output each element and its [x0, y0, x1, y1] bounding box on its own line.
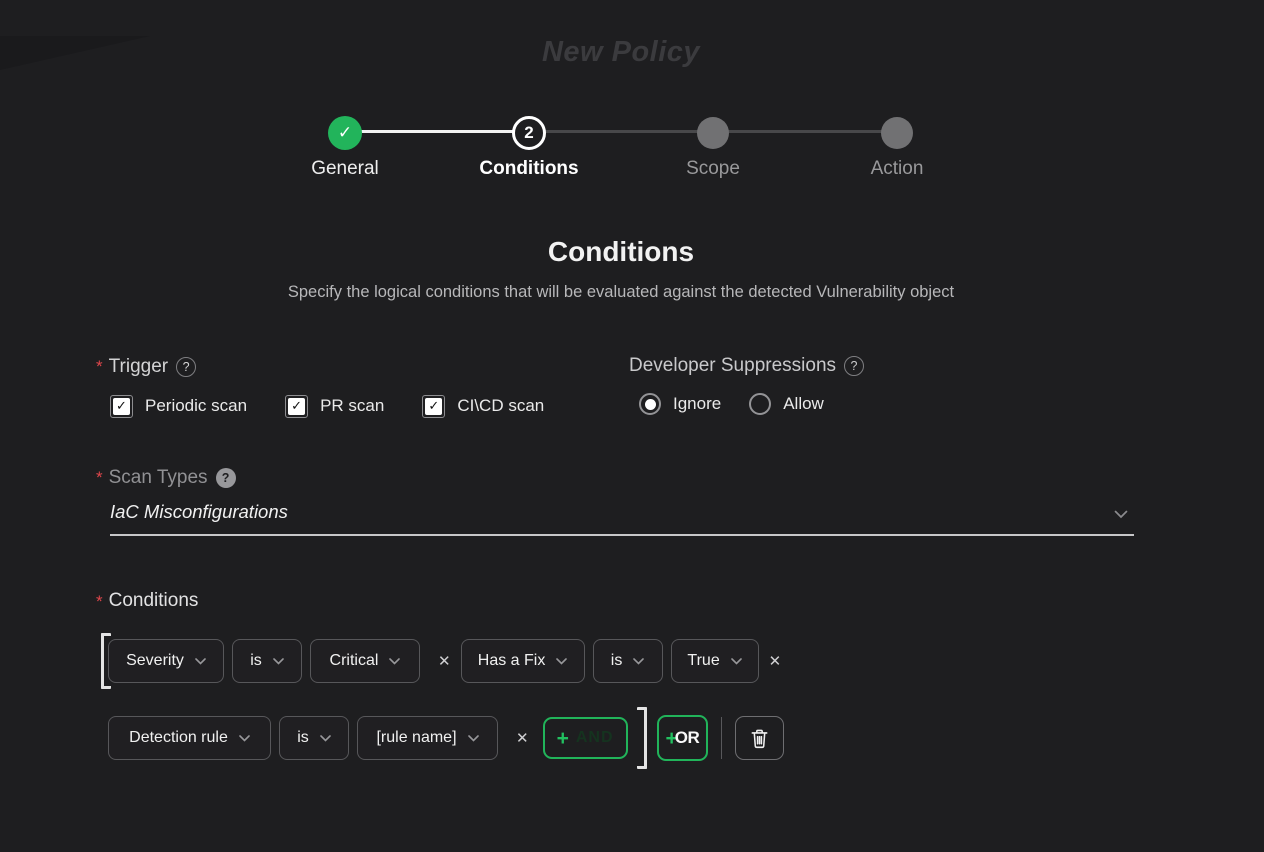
help-icon[interactable]: ?	[216, 468, 236, 488]
select-value: Critical	[330, 652, 379, 670]
step-number: 2	[524, 123, 533, 143]
radio-circle[interactable]	[749, 393, 771, 415]
operator-select[interactable]: is	[593, 639, 663, 683]
step-label-conditions[interactable]: Conditions	[437, 158, 621, 180]
select-value: Has a Fix	[478, 652, 546, 670]
trigger-label: Trigger	[109, 356, 168, 378]
field-select-severity[interactable]: Severity	[108, 639, 224, 683]
stepper-connector-upcoming	[529, 130, 713, 133]
chevron-down-icon	[633, 658, 644, 665]
scan-types-value: IaC Misconfigurations	[110, 501, 288, 523]
field-select-has-a-fix[interactable]: Has a Fix	[461, 639, 585, 683]
condition-row: Severity is Critical ✕ Has a Fix is Tr	[108, 639, 1146, 683]
conditions-label: Conditions	[109, 590, 199, 612]
step-label-action[interactable]: Action	[805, 158, 989, 180]
chevron-down-icon	[556, 658, 567, 665]
section-title: Conditions	[96, 236, 1146, 268]
radio-allow[interactable]: Allow	[749, 393, 824, 415]
select-value: [rule name]	[376, 729, 456, 747]
checkbox-label: CI\CD scan	[457, 396, 544, 416]
group-open-bracket	[101, 633, 111, 689]
trigger-section: * Trigger ? ✓ Periodic scan ✓ PR scan ✓ …	[96, 355, 629, 418]
radio-label: Ignore	[673, 394, 721, 414]
conditions-section: * Conditions Severity is Critical ✕ Has …	[96, 590, 1146, 770]
radio-selected-dot	[645, 399, 656, 410]
group-close-bracket	[637, 707, 647, 769]
select-value: True	[687, 652, 719, 670]
or-button-label: OR	[675, 728, 700, 748]
suppressions-section: Developer Suppressions ? Ignore Allow	[629, 355, 864, 418]
checkbox-label: PR scan	[320, 396, 384, 416]
divider	[721, 717, 722, 759]
select-value: Detection rule	[129, 729, 228, 747]
chevron-down-icon	[239, 735, 250, 742]
chevron-down-icon	[1114, 510, 1128, 519]
radio-label: Allow	[783, 394, 824, 414]
checkbox-label: Periodic scan	[145, 396, 247, 416]
select-value: is	[611, 652, 623, 670]
field-select-detection-rule[interactable]: Detection rule	[108, 716, 271, 760]
checkbox-periodic-scan[interactable]: ✓ Periodic scan	[110, 395, 247, 418]
add-or-group-button[interactable]: + OR	[657, 715, 709, 761]
operator-select[interactable]: is	[279, 716, 349, 760]
step-action-circle[interactable]	[881, 117, 913, 149]
select-value: is	[297, 729, 309, 747]
checkbox-box[interactable]: ✓	[285, 395, 308, 418]
check-icon: ✓	[338, 123, 352, 143]
trash-icon	[748, 727, 771, 750]
plus-icon: +	[557, 728, 569, 749]
checkbox-pr-scan[interactable]: ✓ PR scan	[285, 395, 384, 418]
value-select-critical[interactable]: Critical	[310, 639, 420, 683]
stepper-connector-upcoming	[713, 130, 897, 133]
required-asterisk: *	[96, 590, 103, 614]
required-asterisk: *	[96, 355, 103, 379]
select-value: Severity	[126, 652, 184, 670]
operator-select[interactable]: is	[232, 639, 302, 683]
scan-types-select[interactable]: IaC Misconfigurations	[110, 501, 1134, 536]
chevron-down-icon	[731, 658, 742, 665]
remove-condition-icon[interactable]: ✕	[769, 652, 782, 670]
step-label-general[interactable]: General	[253, 158, 437, 180]
chevron-down-icon	[468, 735, 479, 742]
delete-group-button[interactable]	[735, 716, 784, 760]
chevron-down-icon	[273, 658, 284, 665]
help-icon[interactable]: ?	[176, 357, 196, 377]
and-button-label: AND	[576, 729, 614, 747]
remove-condition-icon[interactable]: ✕	[516, 729, 529, 747]
check-icon: ✓	[425, 398, 442, 415]
scan-types-label: Scan Types	[109, 467, 208, 489]
checkbox-box[interactable]: ✓	[422, 395, 445, 418]
checkbox-box[interactable]: ✓	[110, 395, 133, 418]
step-general-circle[interactable]: ✓	[328, 116, 362, 150]
value-select-rule-name[interactable]: [rule name]	[357, 716, 498, 760]
value-select-true[interactable]: True	[671, 639, 759, 683]
chevron-down-icon	[389, 658, 400, 665]
radio-circle[interactable]	[639, 393, 661, 415]
radio-ignore[interactable]: Ignore	[639, 393, 721, 415]
step-conditions-circle[interactable]: 2	[512, 116, 546, 150]
check-icon: ✓	[288, 398, 305, 415]
select-value: is	[250, 652, 262, 670]
suppressions-label: Developer Suppressions	[629, 355, 836, 377]
section-subtitle: Specify the logical conditions that will…	[96, 283, 1146, 302]
stepper-connector-completed	[345, 130, 529, 133]
condition-row: Detection rule is [rule name] ✕ + AND + …	[108, 707, 1146, 769]
checkbox-cicd-scan[interactable]: ✓ CI\CD scan	[422, 395, 544, 418]
chevron-down-icon	[195, 658, 206, 665]
step-scope-circle[interactable]	[697, 117, 729, 149]
wizard-stepper: ✓ 2 General Conditions Scope Action	[253, 115, 989, 180]
scan-types-section: * Scan Types ? IaC Misconfigurations	[96, 466, 1146, 536]
chevron-down-icon	[320, 735, 331, 742]
step-label-scope[interactable]: Scope	[621, 158, 805, 180]
required-asterisk: *	[96, 466, 103, 490]
page-title: New Policy	[96, 36, 1146, 69]
help-icon[interactable]: ?	[844, 356, 864, 376]
check-icon: ✓	[113, 398, 130, 415]
add-and-condition-button[interactable]: + AND	[543, 717, 628, 759]
remove-condition-icon[interactable]: ✕	[438, 652, 451, 670]
